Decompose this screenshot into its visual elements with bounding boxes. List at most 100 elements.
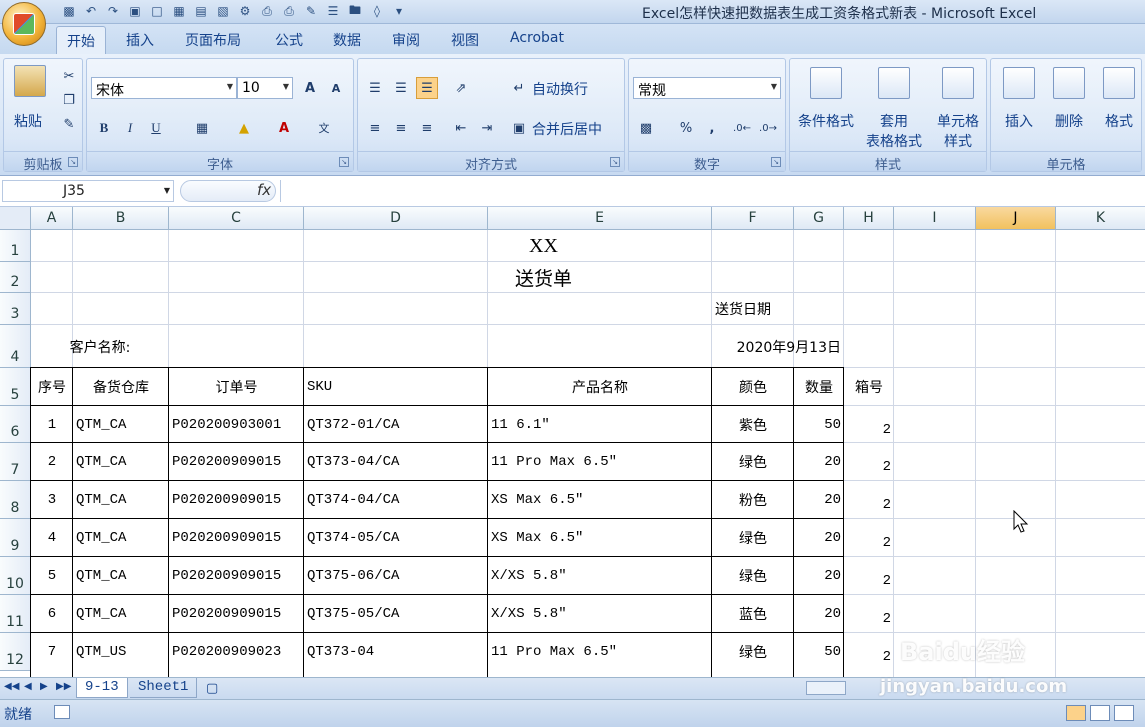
data-cell-r12-c3[interactable]: QT373-04 [307, 633, 485, 671]
data-cell-r6-c5[interactable]: 紫色 [715, 406, 791, 443]
tools-icon[interactable]: ⚙ [236, 2, 254, 20]
format-cells-button[interactable]: 格式 [1095, 111, 1143, 131]
row-header-4[interactable]: 4 [0, 325, 31, 368]
row-header-3[interactable]: 3 [0, 293, 31, 325]
sheet-title[interactable]: XX [34, 230, 1053, 262]
next-sheet-icon[interactable]: ▶ [40, 681, 48, 692]
bold-button[interactable]: B [93, 117, 115, 139]
prev-sheet-icon[interactable]: ◀ [24, 681, 32, 692]
row-header-2[interactable]: 2 [0, 262, 31, 293]
page-layout-view-icon[interactable] [1090, 705, 1110, 721]
last-sheet-icon[interactable]: ▶▶ [56, 681, 71, 692]
data-cell-r10-c7[interactable]: 2 [847, 557, 891, 595]
paste-button[interactable]: 粘贴 [8, 111, 48, 131]
conditional-format-button[interactable]: 条件格式 [794, 111, 858, 131]
data-cell-r7-c4[interactable]: 11 Pro Max 6.5″ [491, 443, 709, 481]
align-bottom-icon[interactable]: ☰ [416, 77, 438, 99]
print-icon[interactable]: ⎙ [258, 2, 276, 20]
cut-icon[interactable]: ✂ [58, 65, 80, 87]
table-header-3[interactable]: SKU [307, 368, 485, 406]
office-button[interactable] [2, 2, 46, 46]
fill-color-icon[interactable]: ▲ [233, 117, 255, 139]
table-header-5[interactable]: 颜色 [715, 368, 791, 406]
data-cell-r12-c7[interactable]: 2 [847, 633, 891, 671]
data-cell-r12-c1[interactable]: QTM_US [76, 633, 166, 671]
format-cells-icon[interactable] [1103, 67, 1135, 99]
column-header-j[interactable]: J [976, 207, 1056, 230]
data-cell-r10-c2[interactable]: P020200909015 [172, 557, 301, 595]
data-cell-r9-c5[interactable]: 绿色 [715, 519, 791, 557]
font-size-select[interactable]: 10 ▼ [237, 77, 293, 99]
print-icon-2[interactable]: ⎙ [280, 2, 298, 20]
row-header-7[interactable]: 7 [0, 443, 31, 481]
insert-function-button[interactable]: fx [180, 180, 276, 202]
data-cell-r12-c2[interactable]: P020200909023 [172, 633, 301, 671]
data-cell-r6-c2[interactable]: P020200903001 [172, 406, 301, 443]
underline-button[interactable]: U [145, 117, 167, 139]
insert-sheet-icon[interactable]: ▢ [206, 681, 218, 696]
data-cell-r6-c1[interactable]: QTM_CA [76, 406, 166, 443]
format-as-table-line1[interactable]: 套用 [862, 111, 926, 131]
column-header-f[interactable]: F [712, 207, 794, 230]
data-cell-r10-c5[interactable]: 绿色 [715, 557, 791, 595]
horizontal-scrollbar[interactable] [806, 681, 846, 695]
cell-styles-icon[interactable] [942, 67, 974, 99]
currency-icon[interactable]: ▩ [635, 117, 657, 139]
tab-page-layout[interactable]: 页面布局 [185, 30, 241, 50]
data-cell-r7-c2[interactable]: P020200909015 [172, 443, 301, 481]
row-header-10[interactable]: 10 [0, 557, 31, 595]
font-color-icon[interactable]: A [273, 117, 295, 139]
customize-qat-icon[interactable]: ▾ [390, 2, 408, 20]
data-cell-r8-c4[interactable]: XS Max 6.5″ [491, 481, 709, 519]
data-cell-r9-c1[interactable]: QTM_CA [76, 519, 166, 557]
row-header-9[interactable]: 9 [0, 519, 31, 557]
column-header-b[interactable]: B [73, 207, 169, 230]
format-as-table-icon[interactable] [878, 67, 910, 99]
data-cell-r9-c6[interactable]: 20 [797, 519, 841, 557]
data-cell-r7-c3[interactable]: QT373-04/CA [307, 443, 485, 481]
data-cell-r11-c5[interactable]: 蓝色 [715, 595, 791, 633]
tab-formulas[interactable]: 公式 [275, 30, 303, 50]
page-break-view-icon[interactable] [1114, 705, 1134, 721]
data-cell-r10-c6[interactable]: 20 [797, 557, 841, 595]
clipboard-launcher-icon[interactable]: ↘ [68, 157, 78, 167]
paste-icon[interactable] [14, 65, 46, 97]
properties-icon[interactable]: ☰ [324, 2, 342, 20]
data-cell-r12-c0[interactable]: 7 [34, 633, 70, 671]
copy-icon[interactable]: ❐ [58, 89, 80, 111]
column-header-e[interactable]: E [488, 207, 712, 230]
data-cell-r11-c7[interactable]: 2 [847, 595, 891, 633]
data-cell-r9-c7[interactable]: 2 [847, 519, 891, 557]
select-all-corner[interactable] [0, 207, 31, 230]
number-format-select[interactable]: 常规 ▼ [633, 77, 781, 99]
table-header-0[interactable]: 序号 [34, 368, 70, 406]
align-right-icon[interactable]: ≡ [416, 117, 438, 139]
tab-home[interactable]: 开始 [56, 26, 106, 54]
insert-cells-button[interactable]: 插入 [995, 111, 1043, 131]
first-sheet-icon[interactable]: ◀◀ [4, 681, 19, 692]
column-header-k[interactable]: K [1056, 207, 1145, 230]
delete-cells-icon[interactable] [1053, 67, 1085, 99]
column-header-a[interactable]: A [31, 207, 73, 230]
tab-insert[interactable]: 插入 [126, 30, 154, 50]
column-header-i[interactable]: I [894, 207, 976, 230]
table-header-7[interactable]: 箱号 [847, 368, 891, 406]
format-as-table-line2[interactable]: 表格格式 [858, 131, 930, 151]
data-cell-r10-c3[interactable]: QT375-06/CA [307, 557, 485, 595]
insert-cells-icon[interactable] [1003, 67, 1035, 99]
decrease-indent-icon[interactable]: ⇤ [450, 117, 472, 139]
align-top-icon[interactable]: ☰ [364, 77, 386, 99]
row-header-12[interactable]: 12 [0, 633, 31, 671]
data-cell-r12-c6[interactable]: 50 [797, 633, 841, 671]
column-header-c[interactable]: C [169, 207, 304, 230]
sheet-subtitle[interactable]: 送货单 [34, 262, 1053, 293]
normal-view-icon[interactable] [1066, 705, 1086, 721]
wrap-text-icon[interactable]: ↵ [508, 77, 530, 99]
phonetic-icon[interactable]: 文 [313, 117, 335, 139]
font-launcher-icon[interactable]: ↘ [339, 157, 349, 167]
worksheet-grid[interactable]: A B C D E F G H I J K 1 2 3 4 5 6 7 8 9 10 11 12 XX 送货单 送货日期 2020年… [0, 207, 1145, 677]
grid-icon[interactable]: ▦ [170, 2, 188, 20]
data-cell-r6-c6[interactable]: 50 [797, 406, 841, 443]
conditional-format-icon[interactable] [810, 67, 842, 99]
redo-icon[interactable]: ↷ [104, 2, 122, 20]
